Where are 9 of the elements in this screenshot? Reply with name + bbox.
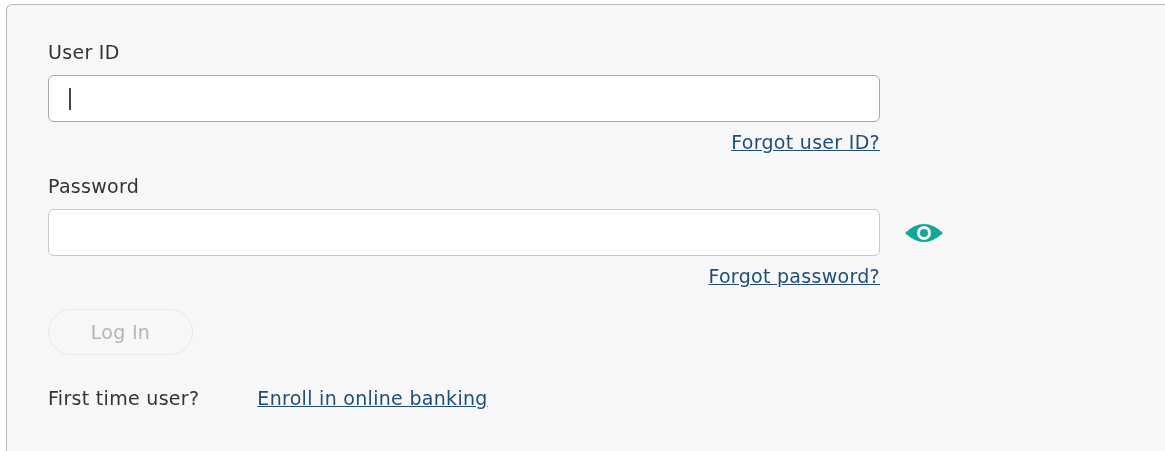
forgot-link[interactable]: Forgot password?	[708, 265, 880, 287]
input-field[interactable]	[48, 209, 880, 256]
forgot-link[interactable]: Forgot user ID?	[731, 131, 880, 153]
enroll-link[interactable]: Enroll in online banking	[257, 387, 488, 409]
field-label: User ID	[48, 41, 121, 65]
text-cursor	[69, 87, 71, 110]
field-label: Password	[48, 175, 141, 199]
enroll-prompt: First time user?	[48, 387, 200, 409]
input-field[interactable]	[48, 75, 880, 122]
